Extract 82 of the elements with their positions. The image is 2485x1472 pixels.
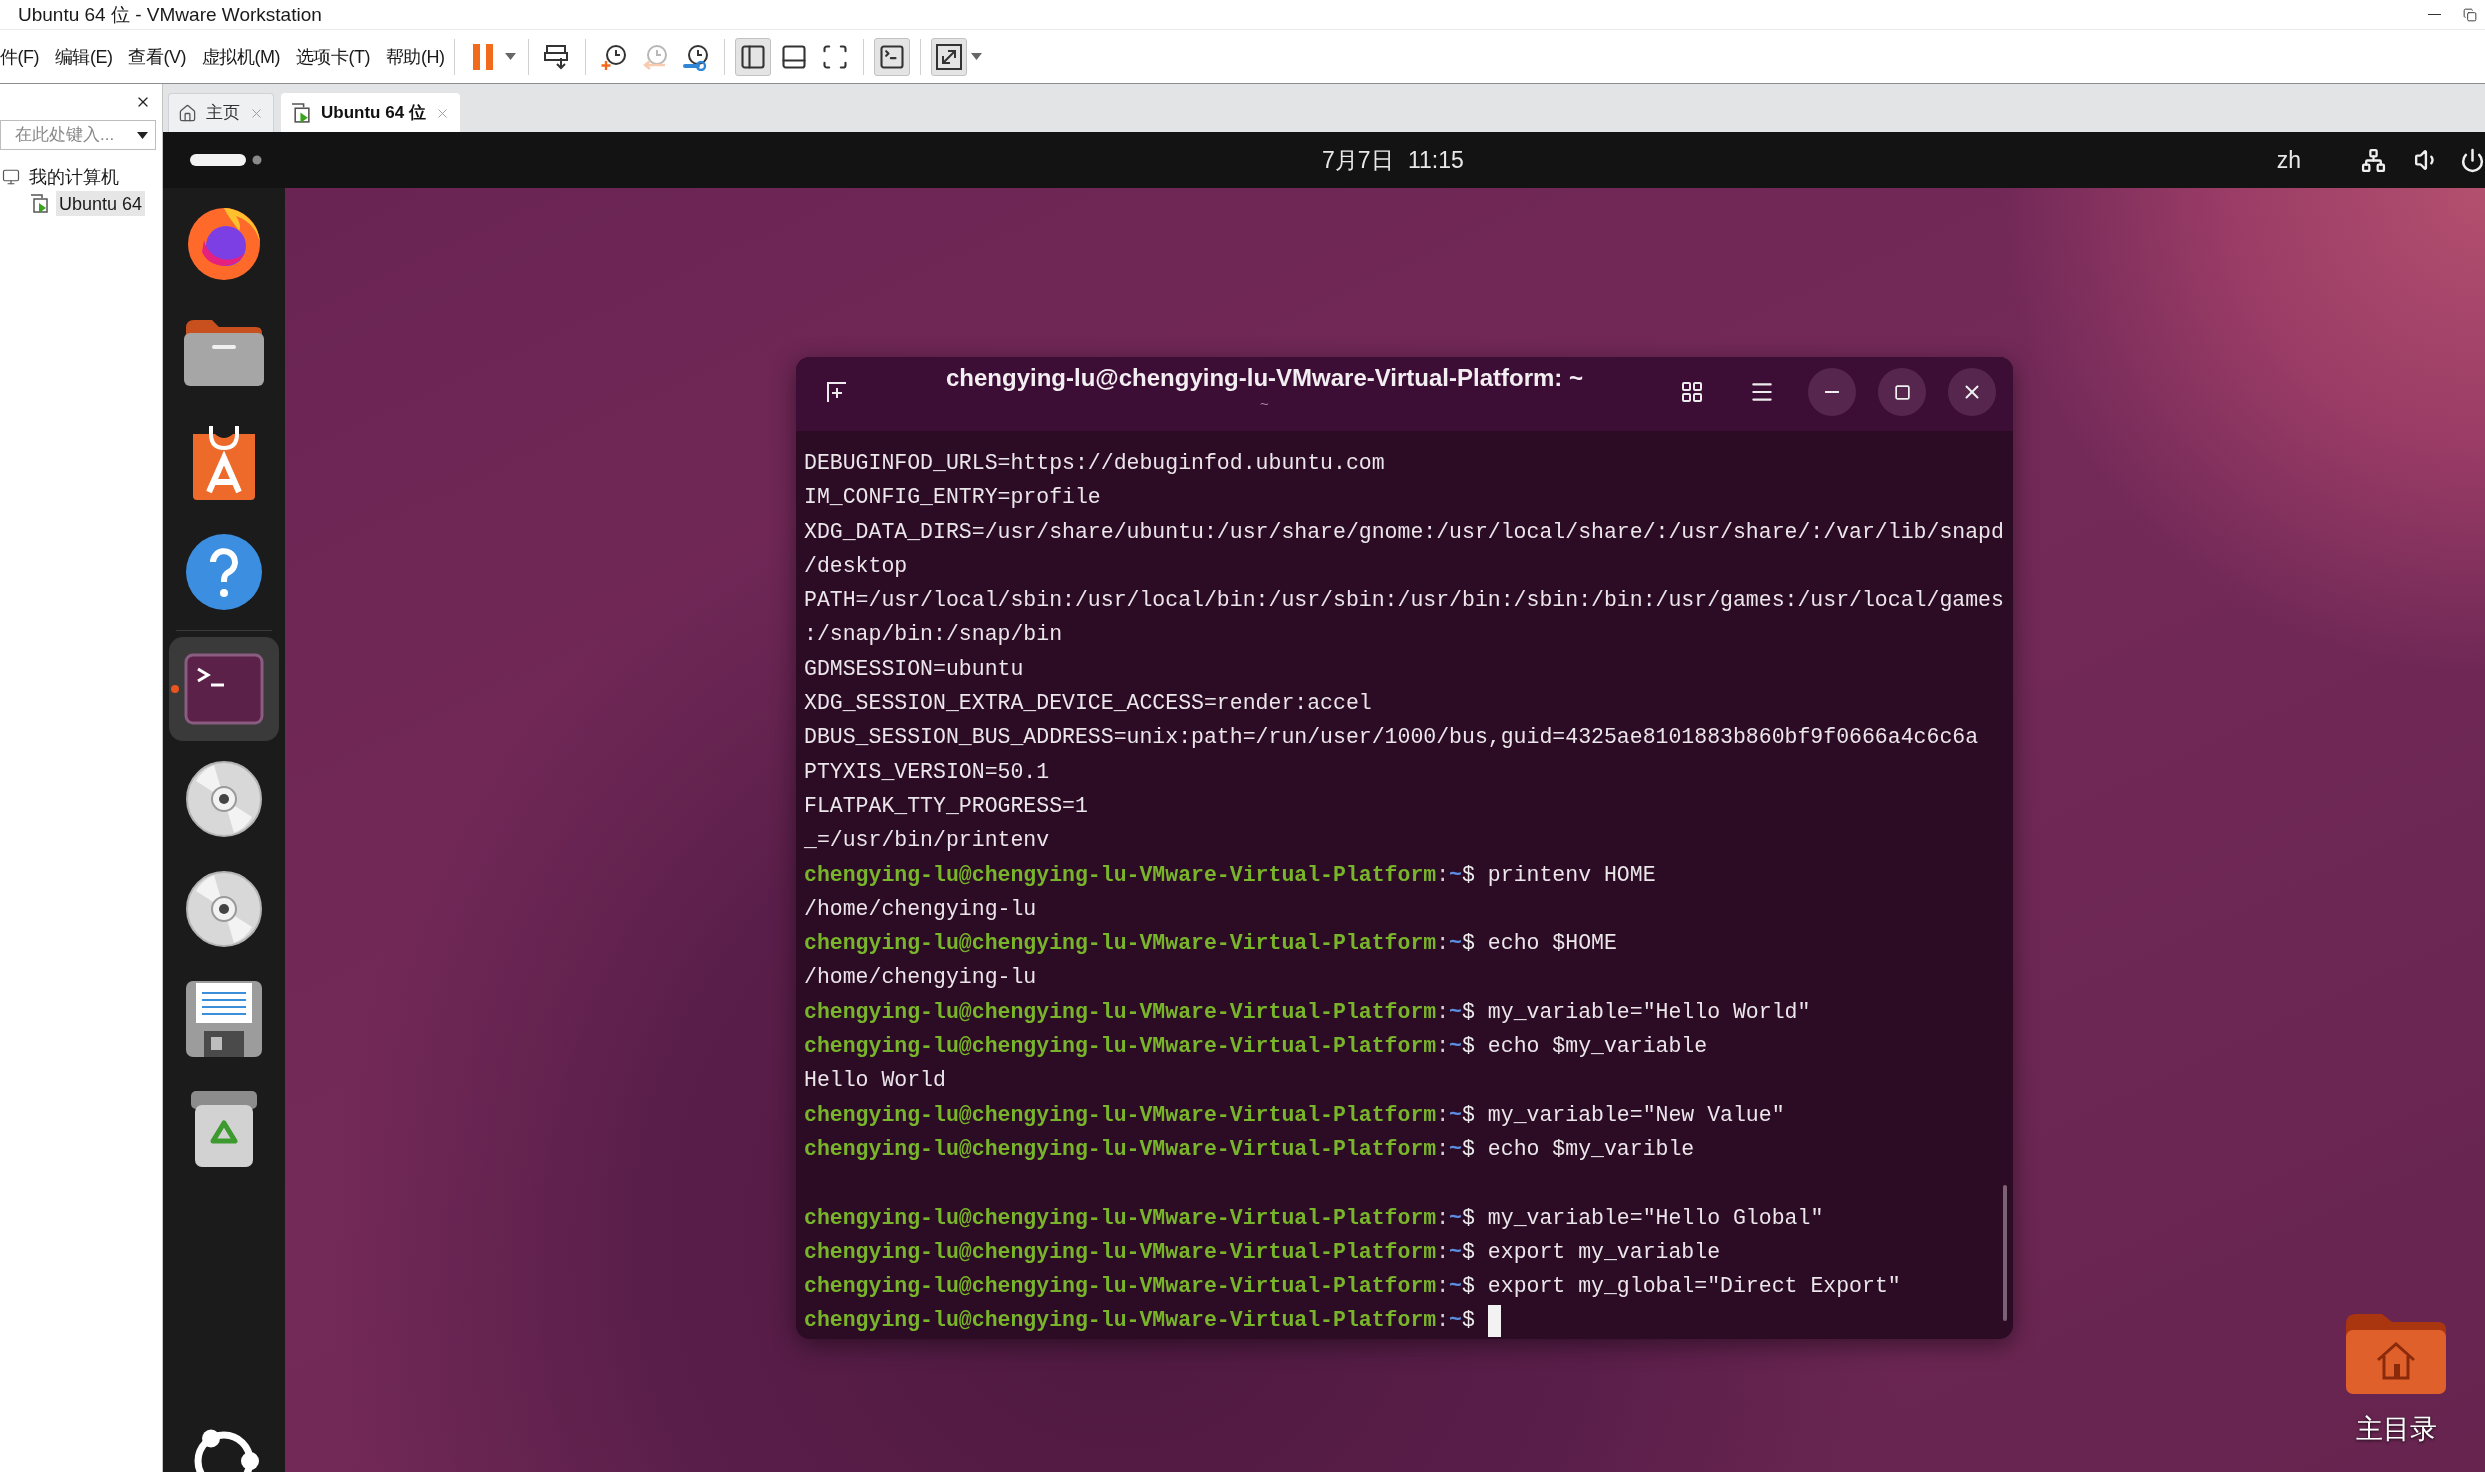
network-icon[interactable] xyxy=(2361,147,2386,173)
terminal-line: XDG_DATA_DIRS=/usr/share/ubuntu:/usr/share/gnome:/usr/local/share/:/usr/share/:/var/lib/snapd xyxy=(804,518,2004,546)
terminal-line: Hello World xyxy=(804,1067,946,1095)
terminal-line: DBUS_SESSION_BUS_ADDRESS=unix:path=/run/user/1000/bus,guid=4325ae8101883b860bf9f0666a4c6c6a xyxy=(804,724,1979,752)
menu-item[interactable]: 选项卡(T) xyxy=(295,43,370,70)
terminal-line: chengying-lu@chengying-lu-VMware-Virtual-Platform:~$ my_variable="Hello Global" xyxy=(804,1204,1824,1232)
disc-icon xyxy=(184,759,264,839)
clock[interactable]: 7月7日 11:15 xyxy=(1322,142,1464,178)
pause-icon xyxy=(472,43,495,70)
terminal-line: chengying-lu@chengying-lu-VMware-Virtual-Platform:~$ echo $my_variable xyxy=(804,1033,1708,1061)
terminal-line: /desktop xyxy=(804,552,908,580)
home-folder-icon xyxy=(2344,1312,2448,1396)
tree-item[interactable]: 我的计算机 xyxy=(26,164,122,189)
menu-item[interactable]: 查看(V) xyxy=(128,43,186,70)
caret-icon xyxy=(970,53,982,60)
terminal-line: _=/usr/bin/printenv xyxy=(804,827,1050,855)
trash-icon xyxy=(189,1089,259,1169)
terminal-line: chengying-lu@chengying-lu-VMware-Virtual-Platform:~$ echo $HOME xyxy=(804,930,1617,958)
tab[interactable]: 主页 xyxy=(168,93,274,132)
tree-item[interactable]: Ubuntu 64 xyxy=(56,191,146,216)
clock-wrench-icon xyxy=(682,42,711,71)
terminal-line: IM_CONFIG_ENTRY=profile xyxy=(804,484,1101,512)
terminal-line: chengying-lu@chengying-lu-VMware-Virtual-Platform:~$ my_variable="Hello World" xyxy=(804,998,1811,1026)
terminal-line: /home/chengying-lu xyxy=(804,964,1037,992)
scrollbar[interactable] xyxy=(2003,1185,2007,1321)
toolbar-button[interactable] xyxy=(931,37,968,76)
workspaces-icon xyxy=(190,153,262,167)
text-cursor-icon xyxy=(1487,1304,1501,1337)
panel-bottom-icon xyxy=(780,42,809,71)
vm-play-icon xyxy=(30,193,50,214)
window-title: chengying-lu@chengying-lu-VMware-Virtual-Platform: ~ xyxy=(946,364,1583,392)
tab[interactable]: Ubuntu 64 位 xyxy=(281,93,460,132)
window-subtitle: ~ xyxy=(1260,396,1269,412)
window-title: Ubuntu 64 位 - VMware Workstation xyxy=(18,2,322,27)
home-icon xyxy=(178,103,197,123)
minimize-icon xyxy=(1825,390,1839,394)
grid-icon xyxy=(1680,380,1704,404)
menu-item[interactable]: 虚拟机(M) xyxy=(202,43,280,70)
caret-icon xyxy=(504,53,516,60)
disc-icon xyxy=(184,869,264,949)
toolbar-button[interactable] xyxy=(874,37,911,76)
close-button[interactable] xyxy=(1948,368,1996,416)
tray-arrow-icon xyxy=(544,43,571,70)
terminal-line: PATH=/usr/local/sbin:/usr/local/bin:/usr/sbin:/usr/bin:/sbin:/bin:/usr/games:/usr/local/games xyxy=(804,587,2004,615)
terminal-line: :/snap/bin:/snap/bin xyxy=(804,621,1063,649)
terminal-icon xyxy=(184,653,264,725)
new-tab-icon xyxy=(825,380,849,404)
panel-left-icon xyxy=(739,42,768,71)
menu-item[interactable]: 件(F) xyxy=(0,43,39,70)
terminal-line: chengying-lu@chengying-lu-VMware-Virtual-Platform:~$ echo $my_varible xyxy=(804,1135,1695,1163)
menu-item[interactable]: 帮助(H) xyxy=(385,43,445,70)
toolbar-button[interactable] xyxy=(735,37,772,76)
caret-icon xyxy=(136,131,148,139)
monitor-icon xyxy=(2,167,20,186)
input-method-indicator[interactable]: zh xyxy=(2276,142,2301,178)
terminal-line: XDG_SESSION_EXTRA_DEVICE_ACCESS=render:accel xyxy=(804,690,1372,718)
terminal-line: chengying-lu@chengying-lu-VMware-Virtual-Platform:~$ xyxy=(804,1307,1475,1335)
terminal-line: FLATPAK_TTY_PROGRESS=1 xyxy=(804,792,1088,820)
terminal-line: chengying-lu@chengying-lu-VMware-Virtual-Platform:~$ export my_global="Direct Export" xyxy=(804,1273,1901,1301)
terminal-icon xyxy=(878,42,907,71)
expand-icon xyxy=(936,43,963,70)
restore-icon[interactable] xyxy=(2463,7,2477,22)
maximize-icon xyxy=(1893,383,1911,401)
terminal-line: chengying-lu@chengying-lu-VMware-Virtual-Platform:~$ my_variable="New Value" xyxy=(804,1101,1785,1129)
fullscreen-icon xyxy=(821,42,850,71)
terminal-line: DEBUGINFOD_URLS=https://debuginfod.ubuntu.com xyxy=(804,450,1385,477)
help-icon xyxy=(184,532,264,612)
terminal-line: chengying-lu@chengying-lu-VMware-Virtual-Platform:~$ printenv HOME xyxy=(804,861,1656,889)
terminal-line: chengying-lu@chengying-lu-VMware-Virtual-Platform:~$ export my_variable xyxy=(804,1238,1721,1266)
maximize-button[interactable] xyxy=(1878,368,1926,416)
terminal-line: PTYXIS_VERSION=50.1 xyxy=(804,758,1050,786)
clock-plus-icon xyxy=(600,42,629,71)
document-icon xyxy=(184,979,264,1059)
menu-item[interactable]: 编辑(E) xyxy=(55,43,113,70)
power-icon[interactable] xyxy=(2460,147,2485,173)
vm-play-icon xyxy=(291,102,312,124)
desktop-shortcut[interactable]: 主目录 xyxy=(2325,1312,2467,1446)
minimize-icon[interactable] xyxy=(2428,13,2441,16)
search-field[interactable]: 在此处键入... xyxy=(0,120,156,150)
terminal-line: GDMSESSION=ubuntu xyxy=(804,655,1024,683)
clock-arrow-icon xyxy=(641,42,670,71)
terminal-line: /home/chengying-lu xyxy=(804,895,1037,923)
